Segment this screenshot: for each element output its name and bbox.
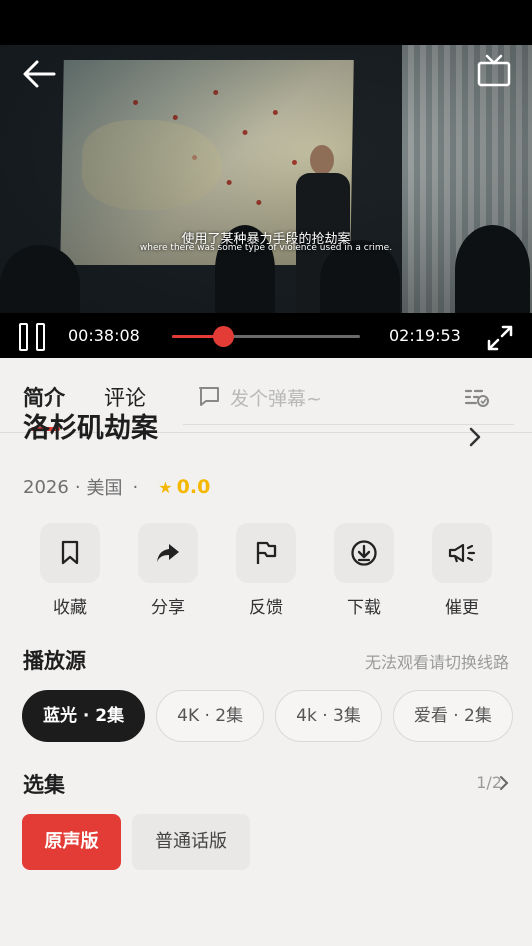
bookmark-icon: [61, 540, 79, 565]
fullscreen-icon[interactable]: [486, 324, 514, 352]
version-original[interactable]: 原声版: [22, 814, 121, 870]
episode-heading: 选集: [23, 773, 65, 797]
movie-region: 美国: [86, 478, 123, 499]
feedback-button[interactable]: 反馈: [236, 523, 296, 618]
back-arrow-icon[interactable]: [20, 57, 60, 91]
urge-update-button[interactable]: 催更: [432, 523, 492, 618]
pause-icon[interactable]: [19, 323, 49, 351]
movie-meta: 2026 · 美国 · ★ 0.0: [23, 476, 211, 499]
comment-bubble-icon: [198, 385, 220, 407]
subtitle-english: where there was some type of violence us…: [139, 243, 393, 253]
share-icon: [157, 544, 179, 562]
progress-bar[interactable]: [172, 326, 360, 347]
movie-score: 0.0: [176, 476, 211, 498]
danmu-settings-icon[interactable]: [464, 386, 490, 410]
feedback-label: 反馈: [249, 598, 283, 618]
chevron-right-icon[interactable]: [466, 426, 484, 448]
source-chips: 蓝光 · 2集 4K · 2集 4k · 3集 爱看 · 2集: [22, 690, 532, 742]
action-row: 收藏 分享 反馈 下载 催更: [0, 523, 532, 618]
flag-icon: [256, 541, 277, 564]
progress-thumb[interactable]: [213, 326, 235, 347]
chevron-right-icon[interactable]: [498, 774, 510, 792]
total-time: 02:19:53: [389, 326, 461, 345]
source-chip[interactable]: 4k · 3集: [275, 690, 382, 742]
download-button[interactable]: 下载: [334, 523, 394, 618]
download-icon: [351, 540, 377, 566]
player-controls: 00:38:08 02:19:53: [0, 313, 532, 358]
download-label: 下载: [347, 598, 381, 618]
source-heading: 播放源: [23, 649, 86, 673]
share-label: 分享: [151, 598, 185, 618]
video-player[interactable]: 使用了某种暴力手段的抢劫案 where there was some type …: [0, 45, 532, 313]
source-chip[interactable]: 爱看 · 2集: [392, 690, 513, 742]
source-chip[interactable]: 蓝光 · 2集: [22, 690, 146, 742]
source-chip[interactable]: 4K · 2集: [156, 690, 265, 742]
star-icon: ★: [158, 477, 173, 497]
share-button[interactable]: 分享: [138, 523, 198, 618]
status-bar: [0, 0, 532, 45]
cast-tv-icon[interactable]: [476, 53, 512, 89]
collect-button[interactable]: 收藏: [40, 523, 100, 618]
source-hint: 无法观看请切换线路: [364, 653, 509, 672]
megaphone-icon: [448, 543, 476, 563]
collect-label: 收藏: [53, 598, 87, 618]
danmu-input[interactable]: 发个弹幕~: [183, 383, 514, 425]
danmu-placeholder: 发个弹幕~: [230, 388, 322, 410]
version-mandarin[interactable]: 普通话版: [132, 814, 250, 870]
movie-year: 2026: [23, 476, 69, 498]
movie-title: 洛杉矶劫案: [23, 413, 158, 444]
current-time: 00:38:08: [68, 326, 140, 345]
video-frame: 使用了某种暴力手段的抢劫案 where there was some type …: [0, 45, 532, 313]
urge-update-label: 催更: [445, 598, 479, 618]
